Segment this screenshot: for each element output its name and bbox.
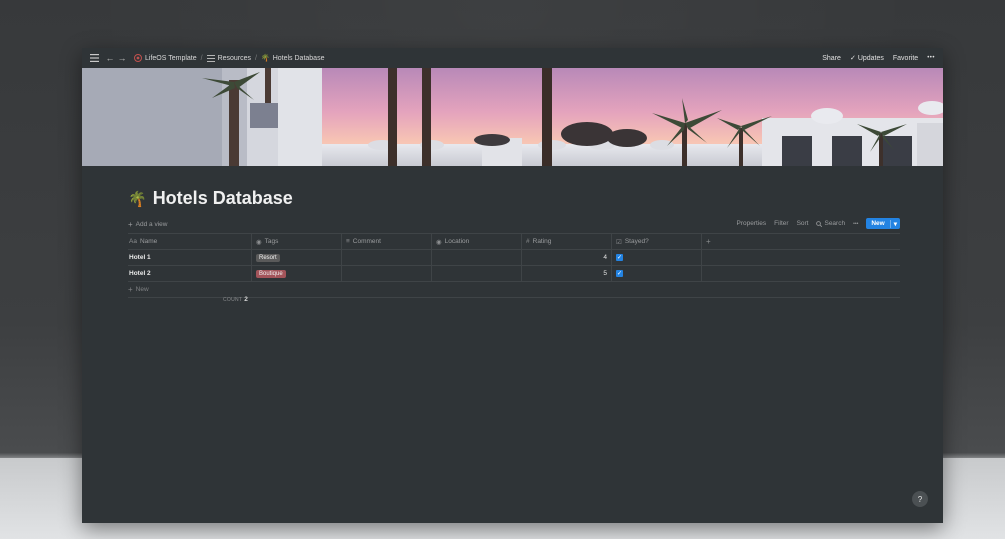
column-label: Tags	[264, 238, 279, 245]
search-button[interactable]: Search	[816, 220, 845, 227]
cell-empty	[702, 250, 732, 265]
cell-name[interactable]: Hotel 1	[128, 250, 252, 265]
breadcrumb-lifeos[interactable]: LifeOS Template	[134, 54, 197, 62]
back-arrow-icon[interactable]: ←	[104, 52, 116, 64]
cell-stayed[interactable]: ✓	[612, 250, 702, 265]
column-header-comment[interactable]: ≡ Comment	[342, 234, 432, 249]
lines-icon: ≡	[346, 238, 350, 245]
column-header-location[interactable]: ◉ Location	[432, 234, 522, 249]
count-value: 2	[244, 296, 249, 303]
chevron-down-icon[interactable]: ▾	[889, 219, 900, 228]
more-options-button[interactable]: •••	[927, 55, 935, 61]
favorite-button[interactable]: Favorite	[893, 55, 918, 62]
cell-empty	[702, 266, 732, 281]
page-title-row: 🌴 Hotels Database	[128, 188, 293, 209]
table-row[interactable]: Hotel 1 Resort 4 ✓	[128, 250, 900, 266]
stayed-checkbox[interactable]: ✓	[616, 254, 623, 261]
column-header-stayed[interactable]: ☑ Stayed?	[612, 234, 702, 249]
column-header-rating[interactable]: # Rating	[522, 234, 612, 249]
column-label: Name	[139, 238, 158, 245]
palm-tree-icon[interactable]: 🌴	[128, 190, 147, 208]
select-icon: ◉	[436, 238, 442, 246]
sort-button[interactable]: Sort	[797, 220, 809, 227]
breadcrumb-label: Resources	[217, 54, 252, 62]
breadcrumb-label: Hotels Database	[272, 54, 325, 62]
top-bar-actions: Share ✓ Updates Favorite •••	[822, 48, 935, 68]
check-icon: ✓	[849, 55, 856, 62]
breadcrumb-resources[interactable]: Resources	[206, 54, 252, 62]
row-rating: 4	[603, 254, 607, 261]
cell-location[interactable]	[432, 266, 522, 281]
cell-stayed[interactable]: ✓	[612, 266, 702, 281]
text-icon: Aa	[129, 238, 137, 245]
tag-badge: Resort	[256, 253, 280, 262]
column-label: Location	[444, 238, 470, 245]
table-header-row: Aa Name ◉ Tags ≡ Comment ◉ Location # Ra…	[128, 233, 900, 250]
top-bar: ← → LifeOS Template / Resources / 🌴 Hote…	[82, 48, 943, 68]
row-name: Hotel 1	[129, 254, 151, 261]
add-property-button[interactable]: +	[702, 234, 732, 249]
database-table: Aa Name ◉ Tags ≡ Comment ◉ Location # Ra…	[128, 233, 900, 298]
filter-button[interactable]: Filter	[774, 220, 788, 227]
updates-button[interactable]: ✓ Updates	[849, 54, 884, 63]
more-options-button[interactable]: •••	[853, 221, 858, 227]
cell-comment[interactable]	[342, 266, 432, 281]
plus-icon: +	[128, 285, 133, 294]
new-row-label: New	[135, 286, 149, 293]
search-label: Search	[824, 220, 846, 227]
column-header-tags[interactable]: ◉ Tags	[252, 234, 342, 249]
palm-tree-icon: 🌴	[261, 55, 270, 62]
updates-label: Updates	[857, 54, 884, 62]
table-row[interactable]: Hotel 2 Boutique 5 ✓	[128, 266, 900, 282]
help-button[interactable]: ?	[912, 491, 928, 507]
list-icon	[206, 54, 215, 62]
row-name: Hotel 2	[129, 270, 151, 277]
cover-photo-palms	[82, 68, 943, 166]
breadcrumb-label: LifeOS Template	[145, 54, 197, 62]
add-view-label: Add a view	[135, 220, 168, 228]
breadcrumb-separator: /	[200, 54, 203, 62]
share-button[interactable]: Share	[822, 55, 841, 62]
stayed-checkbox[interactable]: ✓	[616, 270, 623, 277]
view-toolbar-actions: Properties Filter Sort Search ••• New ▾	[736, 218, 900, 229]
cell-rating[interactable]: 4	[522, 250, 612, 265]
view-toolbar: + Add a view Properties Filter Sort Sear…	[128, 218, 900, 230]
count-label: COUNT	[223, 297, 243, 303]
properties-button[interactable]: Properties	[736, 220, 766, 227]
column-header-name[interactable]: Aa Name	[128, 234, 252, 249]
row-rating: 5	[603, 270, 607, 277]
search-icon	[816, 220, 823, 227]
column-label: Comment	[352, 238, 381, 245]
plus-icon: +	[128, 219, 133, 229]
breadcrumb-separator: /	[255, 54, 257, 62]
menu-icon[interactable]	[88, 52, 100, 64]
column-label: Rating	[532, 238, 552, 245]
cell-tags[interactable]: Resort	[252, 250, 342, 265]
page-title[interactable]: Hotels Database	[153, 188, 293, 209]
breadcrumb-hotels[interactable]: 🌴 Hotels Database	[261, 54, 325, 63]
cell-location[interactable]	[432, 250, 522, 265]
cover-image	[82, 68, 943, 166]
cell-tags[interactable]: Boutique	[252, 266, 342, 281]
plus-icon: +	[706, 237, 711, 246]
cell-rating[interactable]: 5	[522, 266, 612, 281]
new-button-label: New	[871, 220, 885, 227]
count-footer[interactable]: COUNT 2	[223, 296, 248, 303]
hash-icon: #	[526, 238, 530, 245]
forward-arrow-icon[interactable]: →	[116, 52, 128, 64]
cell-name[interactable]: Hotel 2	[128, 266, 252, 281]
checkbox-icon: ☑	[616, 238, 622, 246]
tag-badge: Boutique	[256, 269, 286, 278]
app-window: ← → LifeOS Template / Resources / 🌴 Hote…	[82, 48, 943, 523]
add-view-button[interactable]: + Add a view	[128, 220, 167, 229]
column-label: Stayed?	[624, 238, 649, 245]
select-icon: ◉	[256, 238, 262, 246]
lifeos-logo-icon	[134, 54, 142, 62]
cell-comment[interactable]	[342, 250, 432, 265]
new-button[interactable]: New ▾	[866, 218, 900, 229]
